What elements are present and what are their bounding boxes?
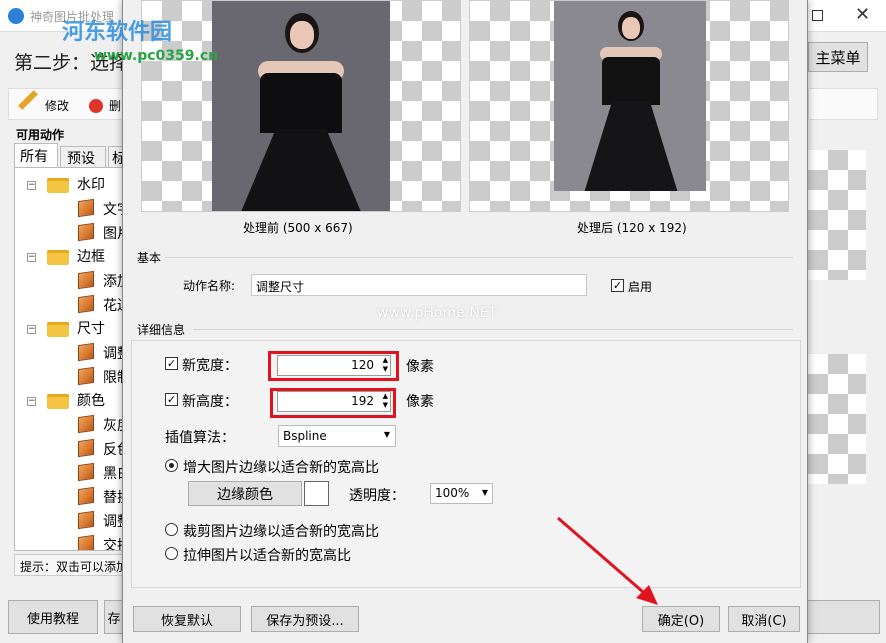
box-icon xyxy=(78,486,94,506)
enable-checkbox[interactable]: ✓ xyxy=(611,279,624,292)
new-height-label: 新高度： xyxy=(182,394,238,410)
cancel-button[interactable]: 取消(C) xyxy=(728,606,800,632)
tree-expander[interactable]: − xyxy=(27,181,36,190)
basic-section-line xyxy=(165,257,793,258)
action-name-label: 动作名称: xyxy=(183,279,236,293)
box-icon xyxy=(78,366,94,386)
main-menu-button[interactable]: 主菜单 xyxy=(808,42,868,72)
box-icon xyxy=(78,462,94,482)
before-caption: 处理前 (500 x 667) xyxy=(243,221,353,235)
spin-down-icon[interactable]: ▼ xyxy=(383,401,388,410)
stretch-option-label: 拉伸图片以适合新的宽高比 xyxy=(183,548,351,564)
new-width-label: 新宽度： xyxy=(182,358,238,374)
enlarge-option-label: 增大图片边缘以适合新的宽高比 xyxy=(183,460,379,476)
edge-color-swatch[interactable] xyxy=(304,481,329,506)
delete-button[interactable]: 删 xyxy=(109,97,121,114)
new-width-checkbox[interactable]: ✓ xyxy=(165,357,178,370)
tree-folder-label[interactable]: 尺寸 xyxy=(77,318,105,338)
width-unit: 像素 xyxy=(406,359,434,375)
box-icon xyxy=(78,270,94,290)
app-icon xyxy=(8,8,24,24)
tutorial-button[interactable]: 使用教程 xyxy=(8,600,98,634)
tree-folder-label[interactable]: 水印 xyxy=(77,174,105,194)
box-icon xyxy=(78,438,94,458)
close-icon[interactable]: ✕ xyxy=(855,4,870,25)
stretch-radio[interactable] xyxy=(165,547,178,560)
pic-watermark: www.pHome.NET xyxy=(377,305,498,321)
detail-section-label: 详细信息 xyxy=(137,323,186,337)
after-caption: 处理后 (120 x 192) xyxy=(577,221,687,235)
box-icon xyxy=(78,414,94,434)
interpolation-select[interactable]: Bspline ▼ xyxy=(278,425,396,447)
height-unit: 像素 xyxy=(406,394,434,410)
interpolation-label: 插值算法： xyxy=(165,430,235,446)
box-icon xyxy=(78,294,94,314)
enlarge-radio[interactable] xyxy=(165,459,178,472)
red-arrow-icon xyxy=(557,516,658,605)
box-icon xyxy=(78,342,94,362)
bg-thumbnail xyxy=(808,354,866,484)
bg-thumbnail xyxy=(808,150,866,280)
box-icon xyxy=(78,510,94,530)
background-right-button[interactable] xyxy=(800,600,880,634)
delete-icon xyxy=(89,99,103,113)
before-photo xyxy=(212,1,390,211)
box-icon xyxy=(78,534,94,550)
folder-icon xyxy=(47,322,69,337)
crop-option-label: 裁剪图片边缘以适合新的宽高比 xyxy=(183,524,379,540)
background-partial-button[interactable]: 存 xyxy=(104,600,124,634)
after-photo xyxy=(554,1,706,191)
enable-label: 启用 xyxy=(628,280,653,294)
tree-expander[interactable]: − xyxy=(27,325,36,334)
site-watermark: 河东软件园 xyxy=(62,20,173,45)
preview-before xyxy=(141,0,461,212)
spin-up-icon[interactable]: ▲ xyxy=(383,356,388,365)
save-preset-button[interactable]: 保存为预设... xyxy=(251,606,359,632)
edit-button[interactable]: 修改 xyxy=(45,97,69,114)
resize-dialog: 处理前 (500 x 667) 处理后 (120 x 192) 基本 动作名称:… xyxy=(122,0,808,643)
crop-radio[interactable] xyxy=(165,523,178,536)
pencil-icon xyxy=(18,90,38,110)
tree-expander[interactable]: − xyxy=(27,397,36,406)
maximize-icon[interactable] xyxy=(812,10,823,21)
hint-bar: 提示：双击可以添加 xyxy=(14,554,126,576)
tab-all[interactable]: 所有 xyxy=(14,143,58,167)
right-toolbar-strip xyxy=(808,88,878,120)
detail-section-line xyxy=(193,329,793,330)
dropdown-arrow-icon: ▼ xyxy=(383,430,390,439)
new-height-checkbox[interactable]: ✓ xyxy=(165,393,178,406)
folder-icon xyxy=(47,394,69,409)
action-tree: − 水印 文字 图片 − 边框 添加 花边 − 尺寸 调整 限制 − 颜色 灰度… xyxy=(14,167,126,551)
site-url-watermark: www.pc0359.cn xyxy=(94,48,219,64)
basic-section-label: 基本 xyxy=(137,251,162,265)
box-icon xyxy=(78,222,94,242)
action-name-input[interactable]: 调整尺寸 xyxy=(251,274,587,296)
dropdown-arrow-icon: ▼ xyxy=(481,488,488,497)
tab-presets[interactable]: 预设 xyxy=(60,146,106,167)
preview-after xyxy=(469,0,789,212)
available-actions-label: 可用动作 xyxy=(16,128,65,142)
transparency-select[interactable]: 100% ▼ xyxy=(430,483,493,504)
new-height-input[interactable]: 192 ▲ ▼ xyxy=(277,391,391,412)
tree-expander[interactable]: − xyxy=(27,253,36,262)
new-width-input[interactable]: 120 ▲ ▼ xyxy=(277,355,391,376)
spin-down-icon[interactable]: ▼ xyxy=(383,365,388,374)
transparency-label: 透明度： xyxy=(349,488,405,504)
restore-default-button[interactable]: 恢复默认 xyxy=(133,606,241,632)
folder-icon xyxy=(47,250,69,265)
box-icon xyxy=(78,198,94,218)
tree-folder-label[interactable]: 边框 xyxy=(77,246,105,266)
folder-icon xyxy=(47,178,69,193)
toolbar: 修改 删 xyxy=(8,88,124,120)
tree-folder-label[interactable]: 颜色 xyxy=(77,390,105,410)
edge-color-button[interactable]: 边缘颜色 xyxy=(188,481,302,506)
spin-up-icon[interactable]: ▲ xyxy=(383,392,388,401)
